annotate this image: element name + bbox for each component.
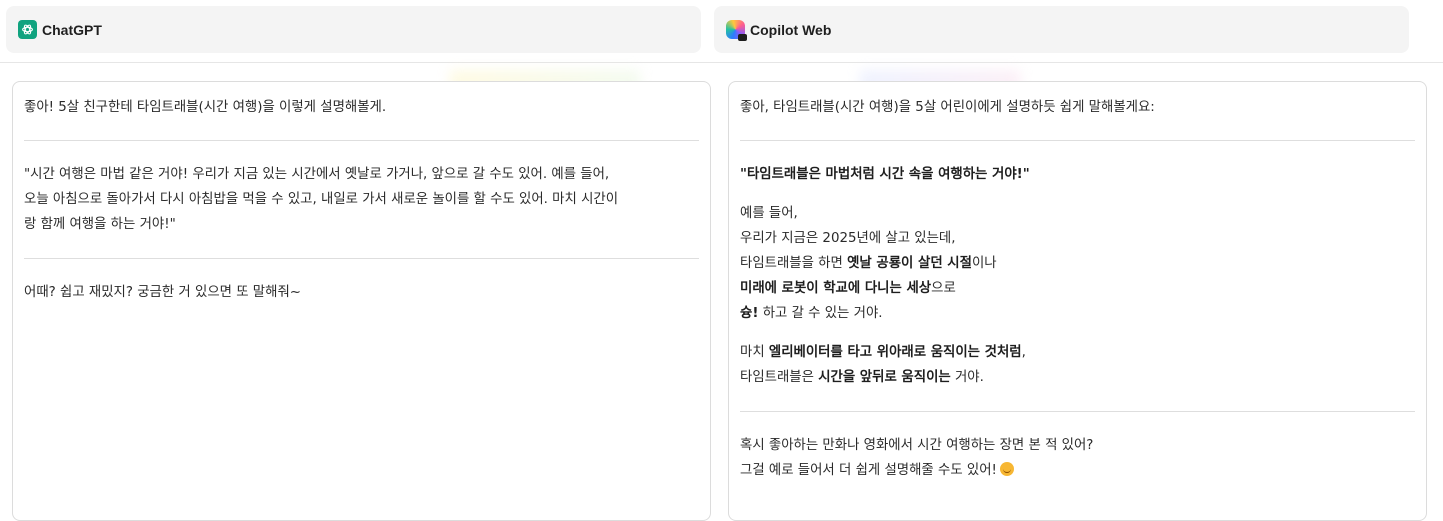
- example-line: 슝! 하고 갈 수 있는 거야.: [740, 301, 1415, 326]
- tab-title: Copilot Web: [750, 21, 832, 38]
- response-outro: 어때? 쉽고 재밌지? 궁금한 거 있으면 또 말해줘~: [24, 285, 301, 300]
- text: 타임트래블을 하면: [740, 256, 848, 271]
- metaphor-line: 마치 엘리베이터를 타고 위아래로 움직이는 것처럼,: [740, 340, 1415, 365]
- text: 마치: [740, 345, 769, 360]
- text: 거야.: [950, 370, 984, 385]
- tab-copilot-web[interactable]: Copilot Web: [714, 6, 1409, 53]
- tab-bar: ChatGPT Copilot Web: [0, 0, 1443, 63]
- metaphor-line: 타임트래블은 시간을 앞뒤로 움직이는 거야.: [740, 365, 1415, 390]
- headline-text: "타임트래블은 마법처럼 시간 속을 여행하는 거야!": [740, 167, 1030, 182]
- text: 그걸 예로 들어서 더 쉽게 설명해줄 수도 있어!: [740, 463, 997, 478]
- chatgpt-icon: [18, 20, 37, 39]
- example-line: 예를 들어,: [740, 206, 798, 221]
- chatgpt-response-panel: 좋아! 5살 친구한테 타임트래블(시간 여행)을 이렇게 설명해볼게. "시간…: [12, 81, 711, 521]
- smiling-face-icon: [999, 462, 1014, 476]
- emphasis: 미래에 로봇이 학교에 다니는 세상: [740, 281, 932, 296]
- text: 타임트래블은: [740, 370, 819, 385]
- text: 이나: [971, 256, 997, 271]
- emphasis: 옛날 공룡이 살던 시절: [847, 256, 972, 271]
- text: ,: [1021, 345, 1026, 360]
- emphasis: 슝!: [740, 306, 759, 321]
- tab-title: ChatGPT: [42, 21, 102, 38]
- response-quote-line: "시간 여행은 마법 같은 거야! 우리가 지금 있는 시간에서 옛날로 가거나…: [24, 167, 610, 182]
- response-quote-line: 랑 함께 여행을 하는 거야!": [24, 217, 176, 232]
- response-quote-line: 오늘 아침으로 돌아가서 다시 아침밥을 먹을 수 있고, 내일로 가서 새로운…: [24, 192, 619, 207]
- text: 하고 갈 수 있는 거야.: [758, 306, 883, 321]
- response-intro: 좋아, 타임트래블(시간 여행)을 5살 어린이에게 설명하듯 쉽게 말해볼게요…: [740, 100, 1155, 115]
- example-line: 우리가 지금은 2025년에 살고 있는데,: [740, 231, 956, 246]
- emphasis: 시간을 앞뒤로 움직이는: [818, 370, 951, 385]
- response-intro: 좋아! 5살 친구한테 타임트래블(시간 여행)을 이렇게 설명해볼게.: [24, 100, 387, 115]
- example-line: 타임트래블을 하면 옛날 공룡이 살던 시절이나: [740, 251, 1415, 276]
- question-line: 혹시 좋아하는 만화나 영화에서 시간 여행하는 장면 본 적 있어?: [740, 438, 1094, 453]
- emphasis: 엘리베이터를 타고 위아래로 움직이는 것처럼: [768, 345, 1022, 360]
- question-line: 그걸 예로 들어서 더 쉽게 설명해줄 수도 있어!: [740, 458, 1415, 483]
- tab-chatgpt[interactable]: ChatGPT: [6, 6, 701, 53]
- copilot-icon: [726, 20, 747, 41]
- example-line: 미래에 로봇이 학교에 다니는 세상으로: [740, 276, 1415, 301]
- response-headline: "타임트래블은 마법처럼 시간 속을 여행하는 거야!": [740, 162, 1415, 187]
- copilot-response-panel: 좋아, 타임트래블(시간 여행)을 5살 어린이에게 설명하듯 쉽게 말해볼게요…: [728, 81, 1427, 521]
- text: 으로: [931, 281, 956, 296]
